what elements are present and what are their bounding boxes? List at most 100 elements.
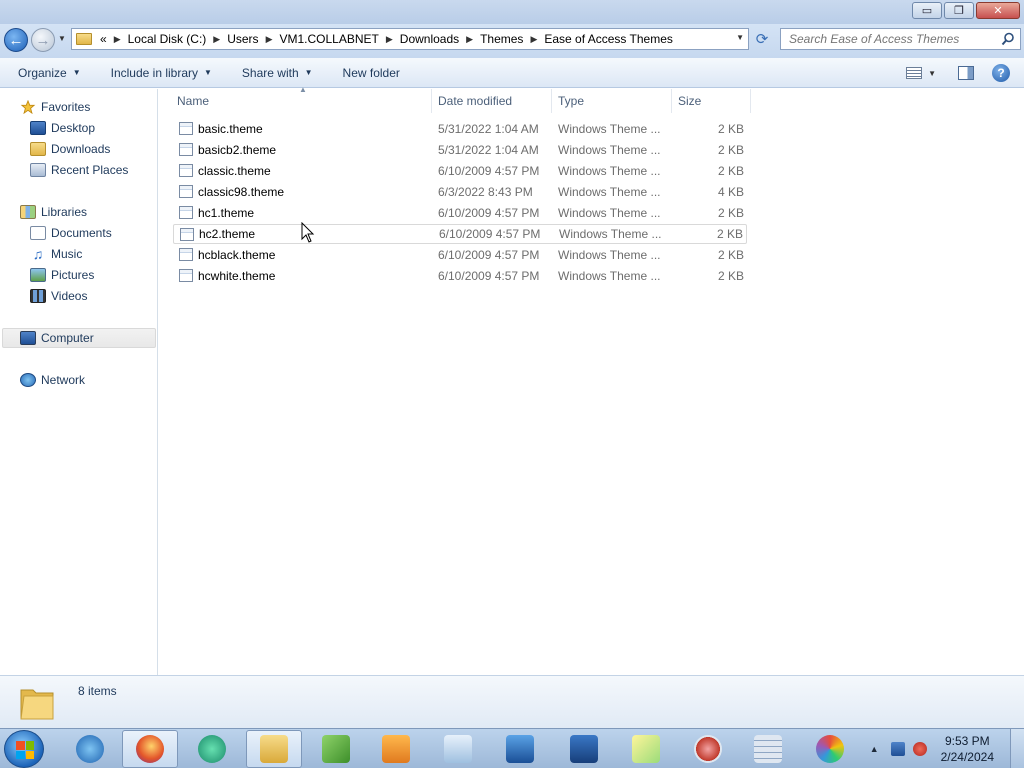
file-row[interactable]: hcblack.theme 6/10/2009 4:57 PM Windows …: [173, 245, 747, 265]
taskbar-remote-desktop[interactable]: [492, 730, 548, 768]
taskbar-file-explorer[interactable]: [246, 730, 302, 768]
volume-muted-icon[interactable]: [912, 742, 927, 756]
sidebar-item-computer[interactable]: Computer: [2, 328, 156, 348]
share-with-button[interactable]: Share with ▼: [242, 66, 313, 80]
sidebar-item-favorites[interactable]: Favorites: [20, 97, 90, 117]
close-button[interactable]: ✕: [976, 2, 1020, 19]
sidebar-item-downloads[interactable]: Downloads: [30, 139, 110, 159]
breadcrumb-vm1-collabnet[interactable]: VM1.COLLABNET: [279, 32, 378, 46]
start-button[interactable]: [4, 730, 44, 768]
taskbar-notepad-plus[interactable]: [308, 730, 364, 768]
breadcrumb-users[interactable]: Users: [227, 32, 258, 46]
preview-pane-icon[interactable]: [958, 66, 974, 80]
breadcrumb-downloads[interactable]: Downloads: [400, 32, 459, 46]
taskbar-network[interactable]: [556, 730, 612, 768]
taskbar-sticky-notes[interactable]: [618, 730, 674, 768]
new-folder-button[interactable]: New folder: [343, 66, 400, 80]
recent-pages-dropdown[interactable]: ▼: [58, 34, 66, 43]
sidebar-item-label: Pictures: [51, 268, 95, 282]
breadcrumb-local-disk[interactable]: Local Disk (C:): [128, 32, 207, 46]
documents-icon: [30, 226, 46, 240]
sidebar-item-label: Favorites: [41, 100, 91, 114]
show-hidden-icons-icon[interactable]: ▲: [870, 744, 879, 754]
chevron-right-icon[interactable]: ▶: [386, 34, 393, 45]
show-desktop-button[interactable]: [1010, 729, 1024, 768]
file-name: hc1.theme: [198, 206, 255, 220]
file-size: 2 KB: [717, 164, 744, 178]
breadcrumb-overflow[interactable]: «: [100, 32, 107, 46]
view-options-dropdown[interactable]: ▼: [928, 69, 936, 78]
file-row[interactable]: hc1.theme 6/10/2009 4:57 PM Windows Them…: [173, 203, 747, 223]
file-size: 4 KB: [717, 185, 744, 199]
forward-button[interactable]: →: [31, 28, 55, 52]
music-icon: ♫: [32, 246, 44, 262]
help-icon[interactable]: ?: [992, 64, 1010, 82]
media-player-icon: [382, 735, 410, 763]
file-name: classic.theme: [198, 164, 271, 178]
libraries-icon: [20, 205, 36, 219]
media-icon: [198, 735, 226, 763]
chevron-right-icon[interactable]: ▶: [266, 34, 273, 45]
search-box[interactable]: [780, 28, 1021, 50]
column-header-type[interactable]: Type: [552, 89, 672, 113]
star-icon: [20, 100, 36, 114]
file-type: Windows Theme ...: [558, 269, 661, 283]
search-input[interactable]: [789, 32, 989, 46]
breadcrumb-ease-of-access-themes[interactable]: Ease of Access Themes: [544, 32, 673, 46]
taskbar-snipping-tool[interactable]: [680, 730, 736, 768]
sidebar-item-libraries[interactable]: Libraries: [20, 202, 87, 222]
address-history-dropdown[interactable]: ▼: [736, 33, 744, 42]
sidebar-item-network[interactable]: Network: [20, 370, 85, 390]
sidebar-item-label: Documents: [51, 226, 112, 240]
theme-file-icon: [180, 228, 194, 241]
chevron-right-icon[interactable]: ▶: [213, 34, 220, 45]
sidebar-item-pictures[interactable]: Pictures: [30, 265, 94, 285]
sidebar-item-recent-places[interactable]: Recent Places: [30, 160, 128, 180]
minimize-button[interactable]: ▭: [912, 2, 942, 19]
file-row-hovered[interactable]: hc2.theme 6/10/2009 4:57 PM Windows Them…: [173, 224, 747, 244]
breadcrumb-themes[interactable]: Themes: [480, 32, 523, 46]
chevron-right-icon[interactable]: ▶: [466, 34, 473, 45]
taskbar-calculator[interactable]: [740, 730, 796, 768]
file-name: basic.theme: [198, 122, 263, 136]
taskbar-media-player[interactable]: [368, 730, 424, 768]
sidebar-item-music[interactable]: ♫ Music: [30, 244, 83, 264]
sidebar-item-documents[interactable]: Documents: [30, 223, 112, 243]
details-pane: 8 items: [0, 675, 1024, 728]
taskbar-notepad[interactable]: [430, 730, 486, 768]
search-icon[interactable]: [1001, 32, 1015, 46]
sidebar-item-label: Music: [51, 247, 83, 261]
file-row[interactable]: classic98.theme 6/3/2022 8:43 PM Windows…: [173, 182, 747, 202]
refresh-icon[interactable]: ⟳: [751, 28, 773, 50]
file-row[interactable]: classic.theme 6/10/2009 4:57 PM Windows …: [173, 161, 747, 181]
sidebar-item-videos[interactable]: Videos: [30, 286, 87, 306]
theme-file-icon: [179, 185, 193, 198]
taskbar-media[interactable]: [184, 730, 240, 768]
sidebar-item-desktop[interactable]: Desktop: [30, 118, 95, 138]
clock[interactable]: 9:53 PM 2/24/2024: [941, 733, 994, 765]
chevron-right-icon[interactable]: ▶: [114, 34, 121, 45]
maximize-button[interactable]: ❐: [944, 2, 974, 19]
window-controls: ▭ ❐ ✕: [912, 2, 1020, 19]
file-date: 5/31/2022 1:04 AM: [438, 143, 539, 157]
taskbar-paint[interactable]: [802, 730, 858, 768]
sidebar-item-label: Libraries: [41, 205, 88, 219]
file-row[interactable]: basic.theme 5/31/2022 1:04 AM Windows Th…: [173, 119, 747, 139]
address-bar[interactable]: « ▶ Local Disk (C:) ▶ Users ▶ VM1.COLLAB…: [71, 28, 749, 50]
file-row[interactable]: basicb2.theme 5/31/2022 1:04 AM Windows …: [173, 140, 747, 160]
include-in-library-button[interactable]: Include in library ▼: [111, 66, 212, 80]
column-header-name[interactable]: Name: [171, 89, 432, 113]
desktop-icon: [30, 121, 46, 135]
chevron-right-icon[interactable]: ▶: [530, 34, 537, 45]
organize-button[interactable]: Organize ▼: [18, 66, 81, 80]
taskbar-firefox[interactable]: [122, 730, 178, 768]
back-button[interactable]: ←: [4, 28, 28, 52]
taskbar-internet-explorer[interactable]: [62, 730, 118, 768]
column-header-date-modified[interactable]: Date modified: [432, 89, 552, 113]
column-header-size[interactable]: Size: [672, 89, 751, 113]
theme-file-icon: [179, 122, 193, 135]
network-status-icon[interactable]: [890, 742, 905, 756]
file-date: 6/10/2009 4:57 PM: [439, 227, 541, 241]
change-view-icon[interactable]: [906, 67, 923, 79]
file-row[interactable]: hcwhite.theme 6/10/2009 4:57 PM Windows …: [173, 266, 747, 286]
